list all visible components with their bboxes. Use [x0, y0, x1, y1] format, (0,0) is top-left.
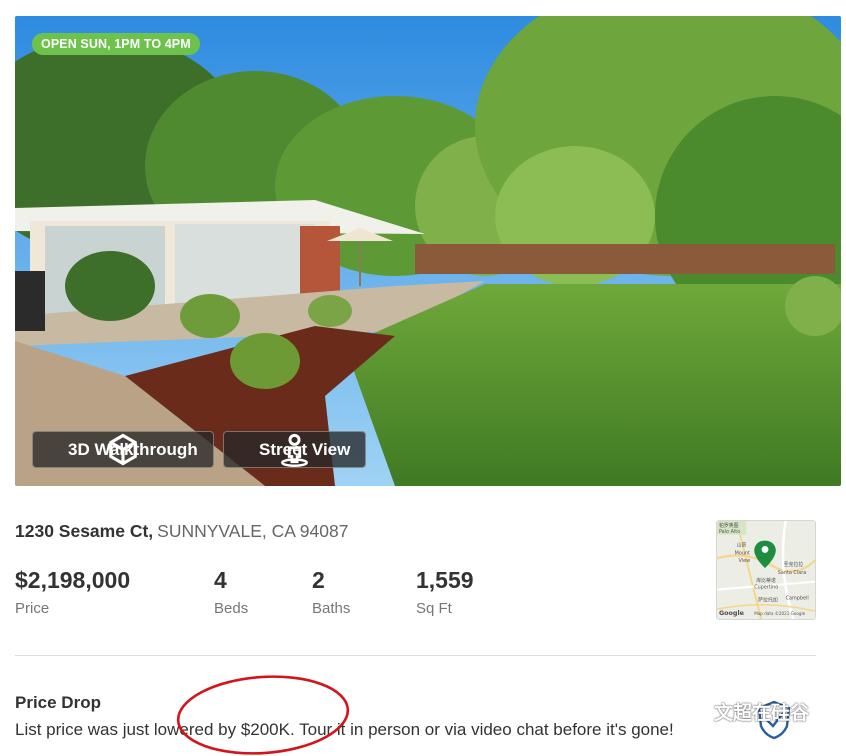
price-label: Price [15, 600, 50, 617]
sqft-stat: 1,559 Sq Ft [416, 566, 474, 617]
beds-label: Beds [214, 600, 249, 617]
map-label-mountainview-cn: 山景 [737, 541, 747, 548]
beds-stat: 4 Beds [214, 566, 248, 617]
beds-value: 4 [214, 567, 227, 593]
map-label-paloalto: Palo Alto [719, 529, 740, 535]
price-value: $2,198,000 [15, 567, 131, 593]
price-stat: $2,198,000 Price [15, 566, 130, 617]
open-house-badge: OPEN SUN, 1PM TO 4PM [32, 33, 200, 55]
map-label-cupertino: Cupertino [754, 585, 778, 591]
sqft-label: Sq Ft [416, 600, 452, 617]
3d-walkthrough-button[interactable]: 3D Walkthrough [32, 431, 214, 468]
street-view-button[interactable]: Street View [223, 431, 366, 468]
map-label-santaclara: Santa Clara [778, 570, 806, 576]
section-divider [15, 655, 816, 656]
wechat-icon [674, 699, 708, 723]
street-address: 1230 Sesame Ct, [15, 521, 154, 541]
map-label-santaclara-cn: 圣克拉拉 [784, 561, 804, 568]
backyard-photo [15, 16, 841, 486]
map-label-mount: Mount [735, 550, 750, 556]
cube-icon [42, 433, 137, 466]
listing-address: 1230 Sesame Ct, SUNNYVALE, CA 94087 [15, 521, 348, 542]
map-thumbnail[interactable]: 帕罗奥图 Palo Alto 山景 Mount View 圣克拉拉 Santa … [716, 520, 816, 620]
price-drop-message: List price was just lowered by $200K. To… [15, 720, 674, 739]
map-image: 帕罗奥图 Palo Alto 山景 Mount View 圣克拉拉 Santa … [717, 521, 815, 619]
red-circle-annotation [176, 675, 350, 755]
baths-value: 2 [312, 567, 325, 593]
map-label-campbell: Campbell [786, 595, 809, 601]
price-drop-title: Price Drop [15, 693, 101, 712]
watermark-text: 文超在硅谷 [714, 703, 810, 724]
baths-stat: 2 Baths [312, 566, 350, 617]
map-label-view: View [739, 558, 751, 564]
pegman-icon [233, 433, 308, 467]
wechat-watermark: 文超在硅谷 [674, 698, 809, 725]
map-label-saratoga-cn: 萨拉托加 [758, 596, 778, 603]
baths-label: Baths [312, 600, 351, 617]
sqft-value: 1,559 [416, 567, 474, 593]
map-label-cupertino-cn: 库比蒂诺 [756, 577, 776, 584]
listing-photo[interactable]: OPEN SUN, 1PM TO 4PM 3D Walkthrough Stre… [15, 16, 841, 486]
map-attribution: Map data ©2021 Google [754, 611, 805, 616]
google-logo: Google [719, 609, 744, 617]
city-state-zip: SUNNYVALE, CA 94087 [157, 521, 349, 541]
